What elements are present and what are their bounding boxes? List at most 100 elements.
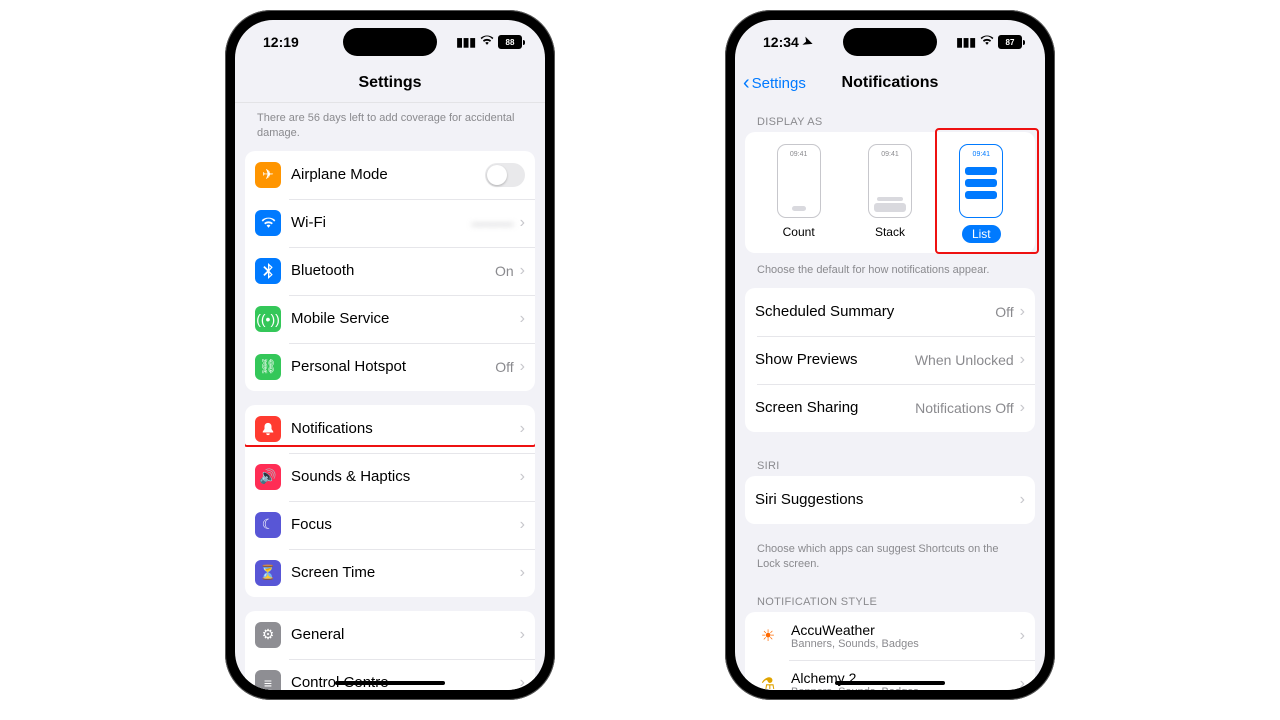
airplane-icon: ✈	[255, 162, 281, 188]
row-label: Show Previews	[755, 351, 915, 368]
battery-icon: 87	[998, 35, 1025, 49]
alchemy-icon: ⚗	[755, 671, 781, 690]
row-app-accuweather[interactable]: ☀ AccuWeather Banners, Sounds, Badges ›	[745, 612, 1035, 660]
mini-time: 09:41	[778, 151, 820, 158]
row-sounds-haptics[interactable]: 🔊 Sounds & Haptics ›	[245, 453, 535, 501]
wifi-icon	[980, 35, 994, 49]
siri-hint: Choose which apps can suggest Shortcuts …	[745, 538, 1035, 582]
mini-time: 09:41	[960, 151, 1002, 158]
row-control-centre[interactable]: ≡ Control Centre ›	[245, 659, 535, 690]
chevron-right-icon: ›	[520, 626, 525, 644]
group-general: ⚙ General › ≡ Control Centre › ☀ Display…	[245, 611, 535, 690]
row-personal-hotspot[interactable]: ⛓ Personal Hotspot Off ›	[245, 343, 535, 391]
display-option-list[interactable]: 09:41 List	[959, 144, 1003, 243]
chevron-right-icon: ›	[1020, 303, 1025, 321]
status-time: 12:34	[763, 34, 799, 50]
row-focus[interactable]: ☾ Focus ›	[245, 501, 535, 549]
phone-frame-right: 12:34 ➤ ▮▮▮ 87 ‹ Settings Notifications …	[725, 10, 1055, 700]
group-notif-options: Scheduled Summary Off › Show Previews Wh…	[745, 288, 1035, 432]
nav-bar: ‹ Settings Notifications	[735, 64, 1045, 102]
row-screen-sharing[interactable]: Screen Sharing Notifications Off ›	[745, 384, 1035, 432]
row-value: When Unlocked	[915, 352, 1014, 368]
page-title: Notifications	[842, 74, 939, 92]
chevron-right-icon: ›	[1020, 675, 1025, 690]
group-siri: Siri Suggestions ›	[745, 476, 1035, 524]
dynamic-island	[843, 28, 937, 56]
chevron-right-icon: ›	[520, 468, 525, 486]
display-option-count[interactable]: 09:41 Count	[777, 144, 821, 243]
display-option-stack[interactable]: 09:41 Stack	[868, 144, 912, 243]
row-app-alchemy[interactable]: ⚗ Alchemy 2 Banners, Sounds, Badges ›	[745, 660, 1035, 690]
group-apps: ☀ AccuWeather Banners, Sounds, Badges › …	[745, 612, 1035, 690]
row-label: General	[291, 626, 520, 643]
row-screen-time[interactable]: ⏳ Screen Time ›	[245, 549, 535, 597]
chevron-right-icon: ›	[520, 674, 525, 690]
home-indicator[interactable]	[835, 681, 945, 685]
wifi-icon	[480, 35, 494, 49]
row-airplane-mode[interactable]: ✈ Airplane Mode	[245, 151, 535, 199]
bluetooth-icon	[255, 258, 281, 284]
chevron-right-icon: ›	[1020, 627, 1025, 645]
row-general[interactable]: ⚙ General ›	[245, 611, 535, 659]
app-detail: Banners, Sounds, Badges	[791, 638, 919, 650]
row-bluetooth[interactable]: Bluetooth On ›	[245, 247, 535, 295]
gear-icon: ⚙	[255, 622, 281, 648]
home-indicator[interactable]	[335, 681, 445, 685]
back-label: Settings	[752, 75, 806, 92]
row-label: Bluetooth	[291, 262, 495, 279]
battery-icon: 88	[498, 35, 525, 49]
screen-right: 12:34 ➤ ▮▮▮ 87 ‹ Settings Notifications …	[735, 20, 1045, 690]
group-notifications: Notifications › 🔊 Sounds & Haptics › ☾ F…	[245, 405, 535, 597]
chevron-right-icon: ›	[520, 358, 525, 376]
row-label: Focus	[291, 516, 520, 533]
status-time: 12:19	[263, 34, 299, 50]
row-notifications[interactable]: Notifications ›	[245, 405, 535, 453]
bell-icon	[255, 416, 281, 442]
row-mobile-service[interactable]: ((•)) Mobile Service ›	[245, 295, 535, 343]
option-label: Count	[783, 225, 815, 239]
row-value: Notifications Off	[915, 400, 1014, 416]
chevron-left-icon: ‹	[743, 73, 750, 93]
bluetooth-value: On	[495, 263, 514, 279]
row-label: Airplane Mode	[291, 166, 485, 183]
row-show-previews[interactable]: Show Previews When Unlocked ›	[745, 336, 1035, 384]
chevron-right-icon: ›	[520, 420, 525, 438]
row-label: Screen Sharing	[755, 399, 915, 416]
coverage-hint: There are 56 days left to add coverage f…	[245, 103, 535, 151]
row-siri-suggestions[interactable]: Siri Suggestions ›	[745, 476, 1035, 524]
cell-signal-icon: ▮▮▮	[456, 35, 476, 49]
row-label: Notifications	[291, 420, 520, 437]
settings-scroll[interactable]: There are 56 days left to add coverage f…	[235, 103, 545, 690]
page-title: Settings	[358, 74, 421, 92]
row-scheduled-summary[interactable]: Scheduled Summary Off ›	[745, 288, 1035, 336]
hotspot-icon: ⛓	[255, 354, 281, 380]
sliders-icon: ≡	[255, 670, 281, 690]
app-detail: Banners, Sounds, Badges	[791, 686, 919, 690]
airplane-toggle[interactable]	[485, 163, 525, 187]
row-label: Sounds & Haptics	[291, 468, 520, 485]
speaker-icon: 🔊	[255, 464, 281, 490]
option-label: Stack	[875, 225, 905, 239]
row-label: Personal Hotspot	[291, 358, 495, 375]
group-connectivity: ✈ Airplane Mode Wi-Fi ——— › Bluet	[245, 151, 535, 391]
chevron-right-icon: ›	[520, 262, 525, 280]
row-wifi[interactable]: Wi-Fi ——— ›	[245, 199, 535, 247]
row-label: Mobile Service	[291, 310, 520, 327]
antenna-icon: ((•))	[255, 306, 281, 332]
screen-left: 12:19 ▮▮▮ 88 Settings There are 56 days …	[235, 20, 545, 690]
chevron-right-icon: ›	[520, 516, 525, 534]
section-siri: SIRI	[745, 446, 1035, 476]
accuweather-icon: ☀	[755, 623, 781, 649]
notifications-scroll[interactable]: DISPLAY AS 09:41 Count 09:41	[735, 102, 1045, 690]
chevron-right-icon: ›	[1020, 351, 1025, 369]
chevron-right-icon: ›	[1020, 491, 1025, 509]
nav-bar: Settings	[235, 64, 545, 103]
back-button[interactable]: ‹ Settings	[743, 64, 806, 102]
row-label: Siri Suggestions	[755, 491, 1020, 508]
cell-signal-icon: ▮▮▮	[956, 35, 976, 49]
row-label: Scheduled Summary	[755, 303, 995, 320]
display-as-picker: 09:41 Count 09:41 Stack 09:41	[745, 132, 1035, 253]
display-as-hint: Choose the default for how notifications…	[745, 257, 1035, 288]
moon-icon: ☾	[255, 512, 281, 538]
chevron-right-icon: ›	[520, 310, 525, 328]
